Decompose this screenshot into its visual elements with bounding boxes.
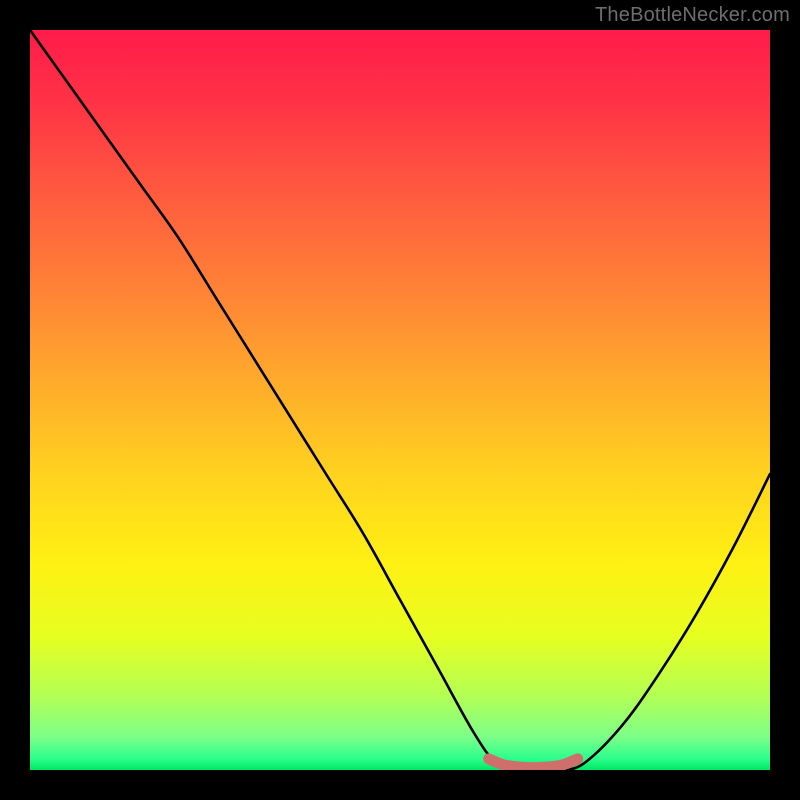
optimal-marker (489, 759, 578, 768)
curve-layer (30, 30, 770, 770)
plot-area (30, 30, 770, 770)
watermark-text: TheBottleNecker.com (595, 4, 790, 27)
chart-frame: TheBottleNecker.com (0, 0, 800, 800)
bottleneck-curve (30, 30, 770, 770)
